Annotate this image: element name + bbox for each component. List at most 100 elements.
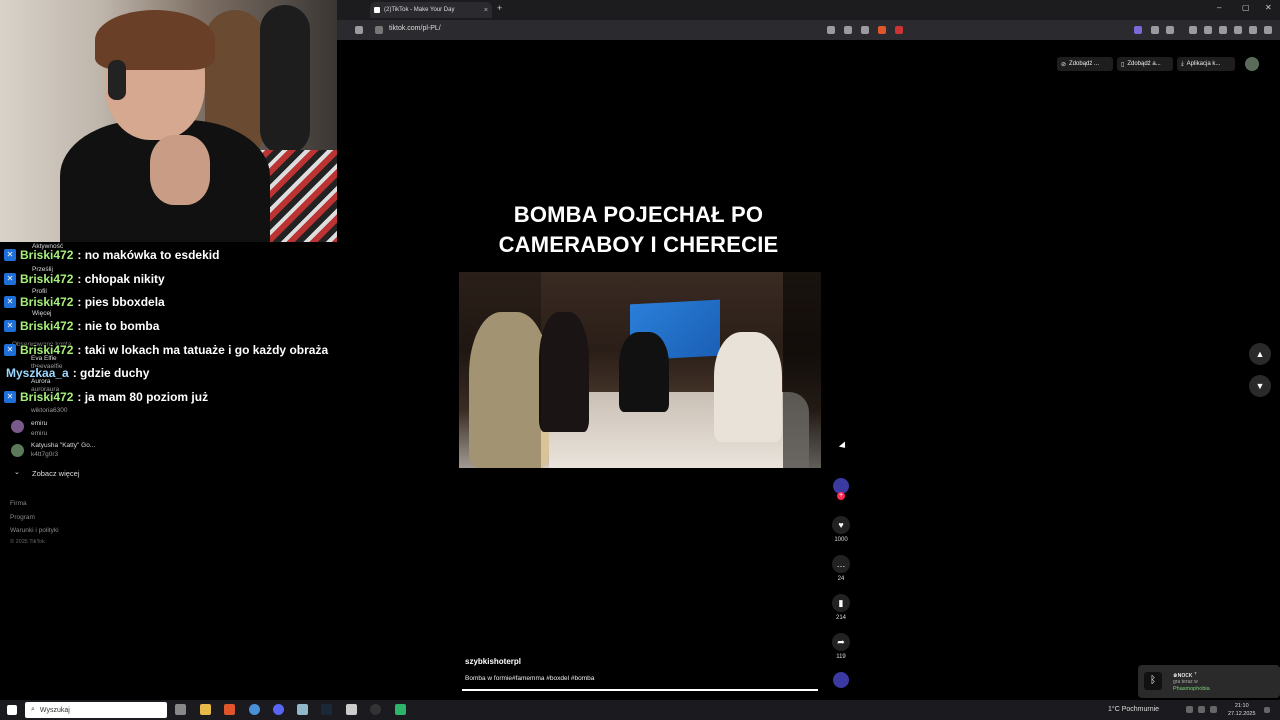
windows-taskbar: ⌕ Wyszukaj 1°C Pochmurnie 21:10 27.12.20… (0, 700, 1280, 720)
minimize-button[interactable]: – (1217, 3, 1221, 12)
brave-browser-icon[interactable] (224, 704, 235, 715)
chat-message: ✕ Briski472 : no makówka to esdekid (4, 246, 219, 264)
leo-ai-icon[interactable] (1134, 26, 1142, 34)
media-icon[interactable] (1189, 26, 1197, 34)
mouse-cursor-icon (838, 441, 849, 451)
tiktok-favicon-icon (374, 7, 380, 13)
notification-subtitle: gra teraz w (1173, 679, 1198, 685)
save-button[interactable]: ▮ 214 (831, 594, 851, 621)
chevron-up-icon[interactable] (1186, 706, 1193, 713)
vpn-icon[interactable] (1249, 26, 1257, 34)
obs-icon[interactable] (370, 704, 381, 715)
extensions-icon[interactable] (1151, 26, 1159, 34)
kick-badge-icon: ✕ (4, 273, 16, 285)
url-field[interactable]: tiktok.com/pl-PL/ (389, 25, 441, 32)
search-placeholder: Wyszukaj (39, 706, 70, 714)
like-button[interactable]: ♥ 1000 (831, 516, 851, 543)
app-icon[interactable] (297, 704, 308, 715)
chat-message: ✕ Briski472 : chłopak nikity (4, 270, 165, 288)
person (619, 332, 669, 412)
footer-link[interactable]: Warunki i polityki (10, 527, 59, 534)
cast-icon[interactable] (844, 26, 852, 34)
browser-tab-bar: (2)TikTok - Make Your Day × + – ▢ ✕ (337, 0, 1280, 20)
share-arrow-icon: ➦ (832, 633, 850, 651)
sidebar-item-more[interactable]: Więcej (32, 310, 52, 317)
notification-bell-icon[interactable] (1264, 707, 1270, 713)
volume-icon[interactable] (1210, 706, 1217, 713)
bookmark-icon[interactable] (355, 26, 363, 34)
account-name[interactable]: Katyusha "Katty" Go... (31, 442, 95, 449)
profile-avatar[interactable] (1245, 57, 1259, 71)
kick-badge-icon: ✕ (4, 391, 16, 403)
menu-icon[interactable] (1264, 26, 1272, 34)
brave-shield-icon[interactable] (878, 26, 886, 34)
wallet-icon[interactable] (1166, 26, 1174, 34)
weather-widget[interactable]: 1°C Pochmurnie (1108, 706, 1159, 713)
camera-blocked-icon[interactable] (827, 26, 835, 34)
discord-icon[interactable] (273, 704, 284, 715)
share-icon[interactable] (861, 26, 869, 34)
music-disc-icon[interactable] (833, 672, 849, 688)
close-tab-icon[interactable]: × (484, 7, 488, 14)
tab-groups-icon[interactable] (1219, 26, 1227, 34)
person (539, 312, 589, 432)
kick-badge-icon: ✕ (4, 249, 16, 261)
discord-notification[interactable]: ᛒ ๑ɴᴏᴄᴋ ᐪ gra teraz w Phasmophobia (1138, 665, 1280, 698)
close-window-button[interactable]: ✕ (1265, 3, 1272, 12)
next-video-button[interactable]: ▼ (1249, 375, 1271, 397)
follow-button[interactable]: + (837, 492, 845, 500)
file-explorer-icon[interactable] (200, 704, 211, 715)
site-info-icon[interactable] (375, 26, 383, 34)
account-avatar[interactable] (11, 444, 24, 457)
bookmark-icon: ▮ (832, 594, 850, 612)
notepad-icon[interactable] (346, 704, 357, 715)
notification-game: Phasmophobia (1173, 686, 1210, 692)
get-app-button[interactable]: ▯ Zdobądź a... (1117, 57, 1173, 71)
previous-video-button[interactable]: ▲ (1249, 343, 1271, 365)
account-avatar[interactable] (11, 420, 24, 433)
spotify-icon[interactable] (395, 704, 406, 715)
taskbar-search[interactable]: ⌕ Wyszukaj (25, 702, 167, 718)
comment-button[interactable]: … 24 (831, 555, 851, 582)
headphones-icon (108, 60, 126, 100)
account-handle: k4tt7g0r3 (31, 451, 59, 458)
task-view-icon[interactable] (175, 704, 186, 715)
footer-link[interactable]: Firma (10, 500, 27, 507)
account-handle: emiru (31, 430, 48, 437)
tab-title: (2)TikTok - Make Your Day (384, 7, 455, 13)
account-name[interactable]: emiru (31, 420, 47, 427)
windows-start-icon[interactable] (7, 705, 17, 715)
see-more-link[interactable]: Zobacz więcej (32, 469, 80, 478)
get-coins-button[interactable]: ⊘ Zdobądź ... (1057, 57, 1113, 71)
footer-link[interactable]: Program (10, 514, 35, 521)
guitar (260, 5, 310, 155)
tab-tiktok[interactable]: (2)TikTok - Make Your Day × (370, 2, 492, 18)
search-icon: ⌕ (31, 706, 35, 713)
chat-message: ✕ Briski472 : nie to bomba (4, 317, 159, 335)
steam-icon[interactable] (321, 704, 332, 715)
maximize-button[interactable]: ▢ (1242, 3, 1250, 12)
new-tab-button[interactable]: + (497, 3, 502, 13)
puzzle-icon[interactable] (1234, 26, 1242, 34)
bluetooth-icon: ᛒ (1144, 672, 1162, 690)
desktop-app-button[interactable]: ⤓ Aplikacja k... (1177, 57, 1235, 71)
heart-icon: ♥ (832, 516, 850, 534)
video-caption[interactable]: Bomba w formie#famemma #boxdel #bomba (465, 675, 594, 682)
video-progress-bar[interactable] (462, 689, 818, 691)
kick-badge-icon: ✕ (4, 344, 16, 356)
video-author[interactable]: szybkishoterpl (465, 657, 521, 666)
account-handle[interactable]: wiktoria6300 (31, 407, 68, 414)
taskbar-clock[interactable]: 21:10 27.12.2025 (1228, 702, 1256, 718)
chrome-icon[interactable] (249, 704, 260, 715)
share-button[interactable]: ➦ 119 (831, 633, 851, 660)
comment-icon: … (832, 555, 850, 573)
kick-badge-icon: ✕ (4, 320, 16, 332)
video-player[interactable] (459, 272, 821, 468)
person (714, 332, 782, 442)
brave-rewards-icon[interactable] (895, 26, 903, 34)
sidebar-toggle-icon[interactable] (1204, 26, 1212, 34)
copyright: © 2025 TikTok (10, 539, 45, 545)
streamer-hand (150, 135, 210, 205)
phone-icon: ▯ (1121, 61, 1125, 68)
network-icon[interactable] (1198, 706, 1205, 713)
